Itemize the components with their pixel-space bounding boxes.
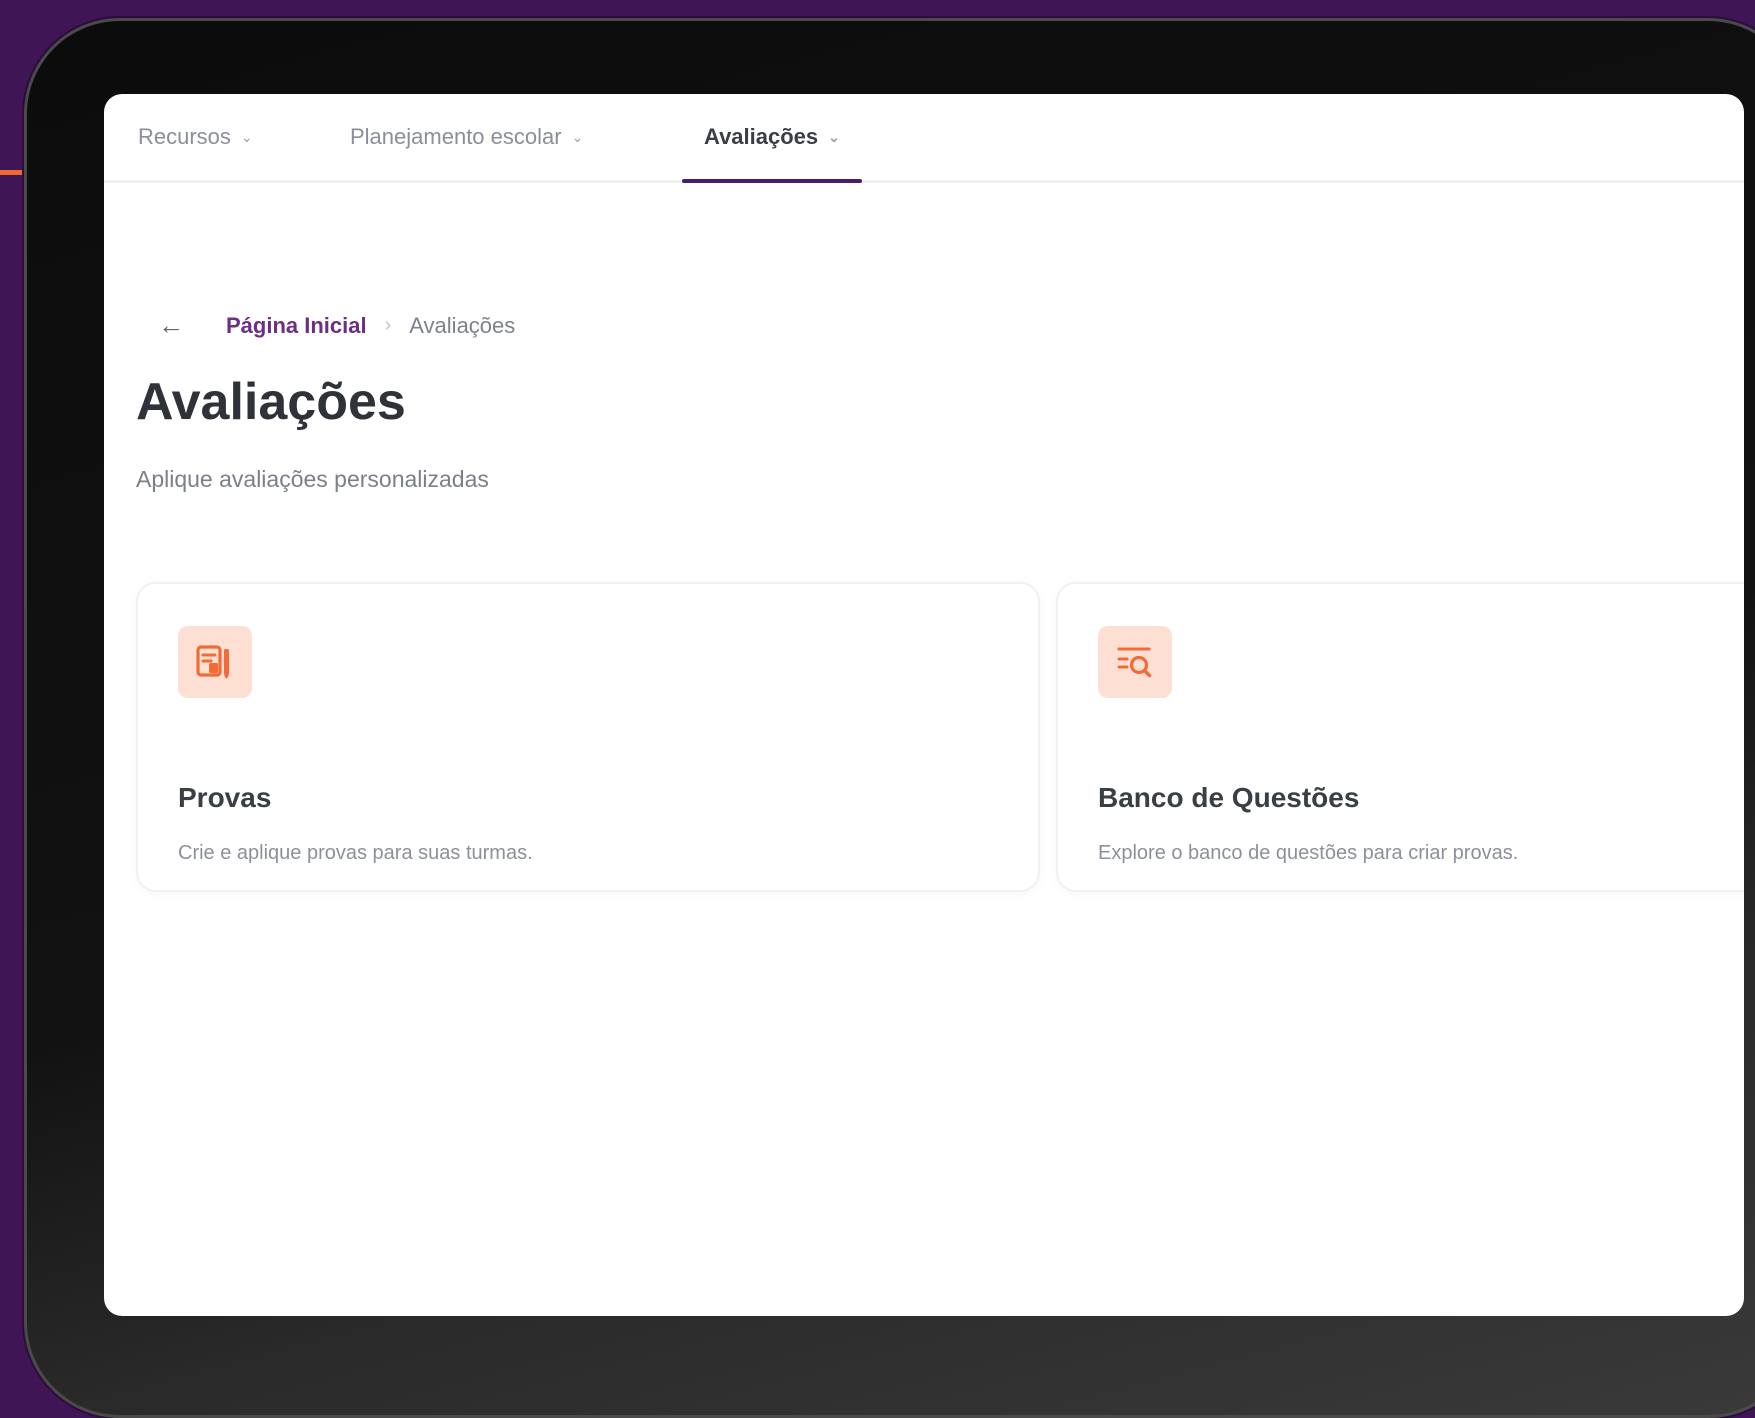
breadcrumb-home-link[interactable]: Página Inicial <box>226 313 367 339</box>
breadcrumb: ← Página Inicial › Avaliações <box>158 310 515 341</box>
app-screen: Recursos ⌄ Planejamento escolar ⌄ Avalia… <box>104 94 1744 1316</box>
card-description: Explore o banco de questões para criar p… <box>1098 842 1519 864</box>
nav-item-label: Recursos <box>138 124 231 149</box>
nav-item-recursos[interactable]: Recursos ⌄ <box>138 94 253 180</box>
breadcrumb-separator-icon: › <box>384 314 392 336</box>
document-icon <box>178 626 252 698</box>
nav-item-planejamento-escolar[interactable]: Planejamento escolar ⌄ <box>350 94 583 180</box>
card-description: Crie e aplique provas para suas turmas. <box>178 842 533 864</box>
list-search-icon <box>1098 626 1172 698</box>
chevron-down-icon: ⌄ <box>828 128 840 145</box>
card-provas[interactable]: Provas Crie e aplique provas para suas t… <box>136 582 1040 892</box>
breadcrumb-current: Avaliações <box>409 312 516 338</box>
nav-item-label: Avaliações <box>704 124 819 149</box>
nav-item-label: Planejamento escolar <box>350 124 562 149</box>
card-banco-de-questoes[interactable]: Banco de Questões Explore o banco de que… <box>1056 582 1744 892</box>
chevron-down-icon: ⌄ <box>240 128 253 145</box>
card-title: Provas <box>178 782 272 813</box>
tablet-frame: Recursos ⌄ Planejamento escolar ⌄ Avalia… <box>24 18 1755 1418</box>
page-subtitle: Aplique avaliações personalizadas <box>136 466 489 492</box>
card-title: Banco de Questões <box>1098 782 1360 813</box>
back-arrow-icon[interactable]: ← <box>158 310 184 341</box>
chevron-down-icon: ⌄ <box>571 128 584 145</box>
top-navigation: Recursos ⌄ Planejamento escolar ⌄ Avalia… <box>104 94 1744 183</box>
page-title: Avaliações <box>136 373 406 431</box>
nav-item-avaliacoes[interactable]: Avaliações ⌄ <box>682 94 862 183</box>
